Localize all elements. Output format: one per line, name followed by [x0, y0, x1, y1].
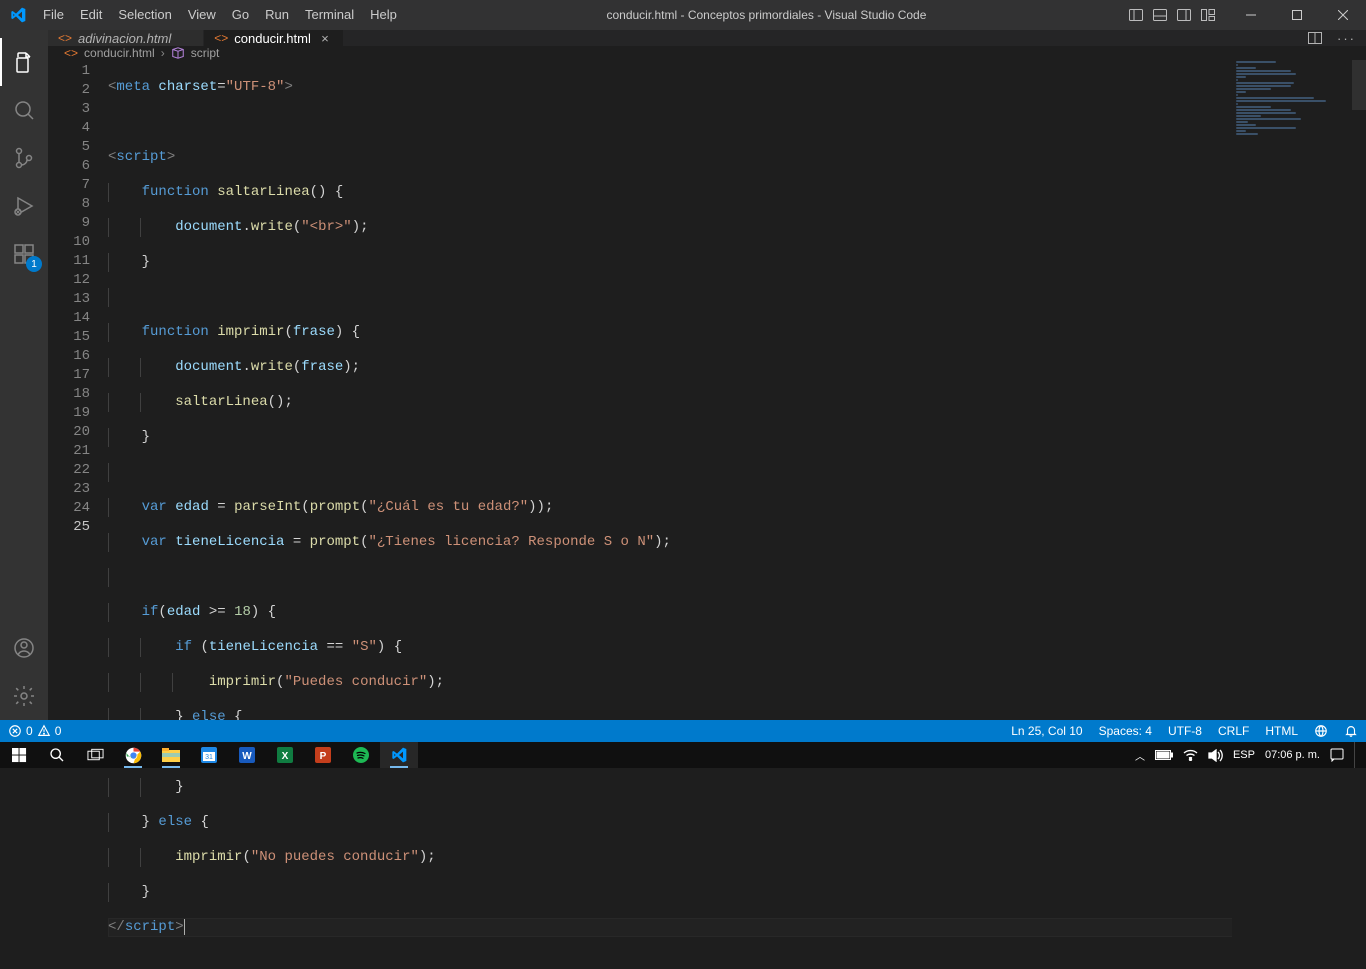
vscode-logo-icon [0, 7, 35, 23]
taskbar-file-explorer[interactable] [152, 742, 190, 768]
taskbar-excel[interactable]: X [266, 742, 304, 768]
svg-text:P: P [320, 751, 327, 762]
show-desktop[interactable] [1354, 742, 1358, 768]
breadcrumb[interactable]: <> conducir.html › script [48, 46, 1366, 60]
breadcrumb-file[interactable]: conducir.html [84, 46, 155, 60]
window-title: conducir.html - Conceptos primordiales -… [405, 8, 1128, 22]
code-editor[interactable]: 1234567891011121314151617181920212223242… [48, 60, 1366, 969]
tab-adivinacion[interactable]: <> adivinacion.html × [48, 30, 204, 46]
system-tray: ︿ ESP 07:06 p. m. [1135, 742, 1366, 768]
activity-accounts[interactable] [0, 624, 48, 672]
window-controls [1228, 0, 1366, 30]
tray-chevron-up-icon[interactable]: ︿ [1135, 748, 1145, 763]
menu-file[interactable]: File [35, 0, 72, 30]
extensions-badge: 1 [26, 256, 42, 272]
tray-language[interactable]: ESP [1233, 749, 1255, 761]
close-icon[interactable]: × [317, 31, 333, 46]
svg-text:W: W [242, 751, 252, 762]
status-eol[interactable]: CRLF [1210, 724, 1257, 738]
status-language[interactable]: HTML [1257, 724, 1306, 738]
status-feedback-icon[interactable] [1306, 724, 1336, 738]
split-editor-icon[interactable] [1307, 30, 1323, 46]
code-content[interactable]: <meta charset="UTF-8"> <script> function… [108, 60, 1366, 969]
menu-view[interactable]: View [180, 0, 224, 30]
menu-go[interactable]: Go [224, 0, 257, 30]
taskbar-calendar[interactable]: 31 [190, 742, 228, 768]
svg-text:X: X [282, 751, 289, 762]
tray-battery-icon[interactable] [1155, 750, 1173, 761]
tray-volume-icon[interactable] [1208, 749, 1223, 762]
activity-bar: 1 [0, 30, 48, 720]
taskbar-chrome[interactable] [114, 742, 152, 768]
minimap[interactable] [1232, 60, 1352, 969]
menu-edit[interactable]: Edit [72, 0, 110, 30]
status-encoding[interactable]: UTF-8 [1160, 724, 1210, 738]
toggle-secondary-sidebar-icon[interactable] [1176, 7, 1192, 23]
titlebar: File Edit Selection View Go Run Terminal… [0, 0, 1366, 30]
more-actions-icon[interactable]: ··· [1337, 31, 1356, 46]
windows-taskbar: 31 W X P ︿ ESP 07:06 p. m. [0, 742, 1366, 768]
toggle-panel-icon[interactable] [1152, 7, 1168, 23]
editor-tabs: <> adivinacion.html × <> conducir.html ×… [48, 30, 1366, 46]
svg-text:31: 31 [205, 754, 213, 761]
html-file-icon: <> [214, 31, 228, 45]
start-button[interactable] [0, 742, 38, 768]
toggle-primary-sidebar-icon[interactable] [1128, 7, 1144, 23]
layout-controls [1128, 7, 1228, 23]
tray-wifi-icon[interactable] [1183, 749, 1198, 761]
editor-area: <> adivinacion.html × <> conducir.html ×… [48, 30, 1366, 720]
status-bar: 0 0 Ln 25, Col 10 Spaces: 4 UTF-8 CRLF H… [0, 720, 1366, 742]
html-file-icon: <> [58, 31, 72, 45]
tab-label: conducir.html [234, 31, 311, 46]
taskbar-word[interactable]: W [228, 742, 266, 768]
menu-selection[interactable]: Selection [110, 0, 179, 30]
activity-source-control[interactable] [0, 134, 48, 182]
status-errors[interactable]: 0 0 [0, 724, 69, 738]
tray-clock[interactable]: 07:06 p. m. [1265, 750, 1320, 761]
status-indentation[interactable]: Spaces: 4 [1091, 724, 1160, 738]
activity-extensions[interactable]: 1 [0, 230, 48, 278]
minimize-button[interactable] [1228, 0, 1274, 30]
activity-search[interactable] [0, 86, 48, 134]
status-notifications-icon[interactable] [1336, 724, 1366, 738]
html-file-icon: <> [64, 46, 78, 60]
line-numbers: 1234567891011121314151617181920212223242… [48, 60, 108, 969]
activity-explorer[interactable] [0, 38, 48, 86]
taskbar-vscode[interactable] [380, 742, 418, 768]
customize-layout-icon[interactable] [1200, 7, 1216, 23]
breadcrumb-symbol[interactable]: script [191, 46, 220, 60]
activity-settings[interactable] [0, 672, 48, 720]
maximize-button[interactable] [1274, 0, 1320, 30]
chevron-right-icon: › [161, 46, 165, 60]
scrollbar[interactable] [1352, 60, 1366, 969]
menu-terminal[interactable]: Terminal [297, 0, 362, 30]
task-view-icon[interactable] [76, 742, 114, 768]
menubar: File Edit Selection View Go Run Terminal… [35, 0, 405, 30]
status-cursor-position[interactable]: Ln 25, Col 10 [1003, 724, 1090, 738]
tab-conducir[interactable]: <> conducir.html × [204, 30, 344, 46]
close-button[interactable] [1320, 0, 1366, 30]
menu-run[interactable]: Run [257, 0, 297, 30]
taskbar-spotify[interactable] [342, 742, 380, 768]
taskbar-powerpoint[interactable]: P [304, 742, 342, 768]
tray-notifications-icon[interactable] [1330, 748, 1344, 762]
tab-label: adivinacion.html [78, 31, 171, 46]
symbol-icon [171, 46, 185, 60]
taskbar-search-icon[interactable] [38, 742, 76, 768]
activity-run-debug[interactable] [0, 182, 48, 230]
menu-help[interactable]: Help [362, 0, 405, 30]
